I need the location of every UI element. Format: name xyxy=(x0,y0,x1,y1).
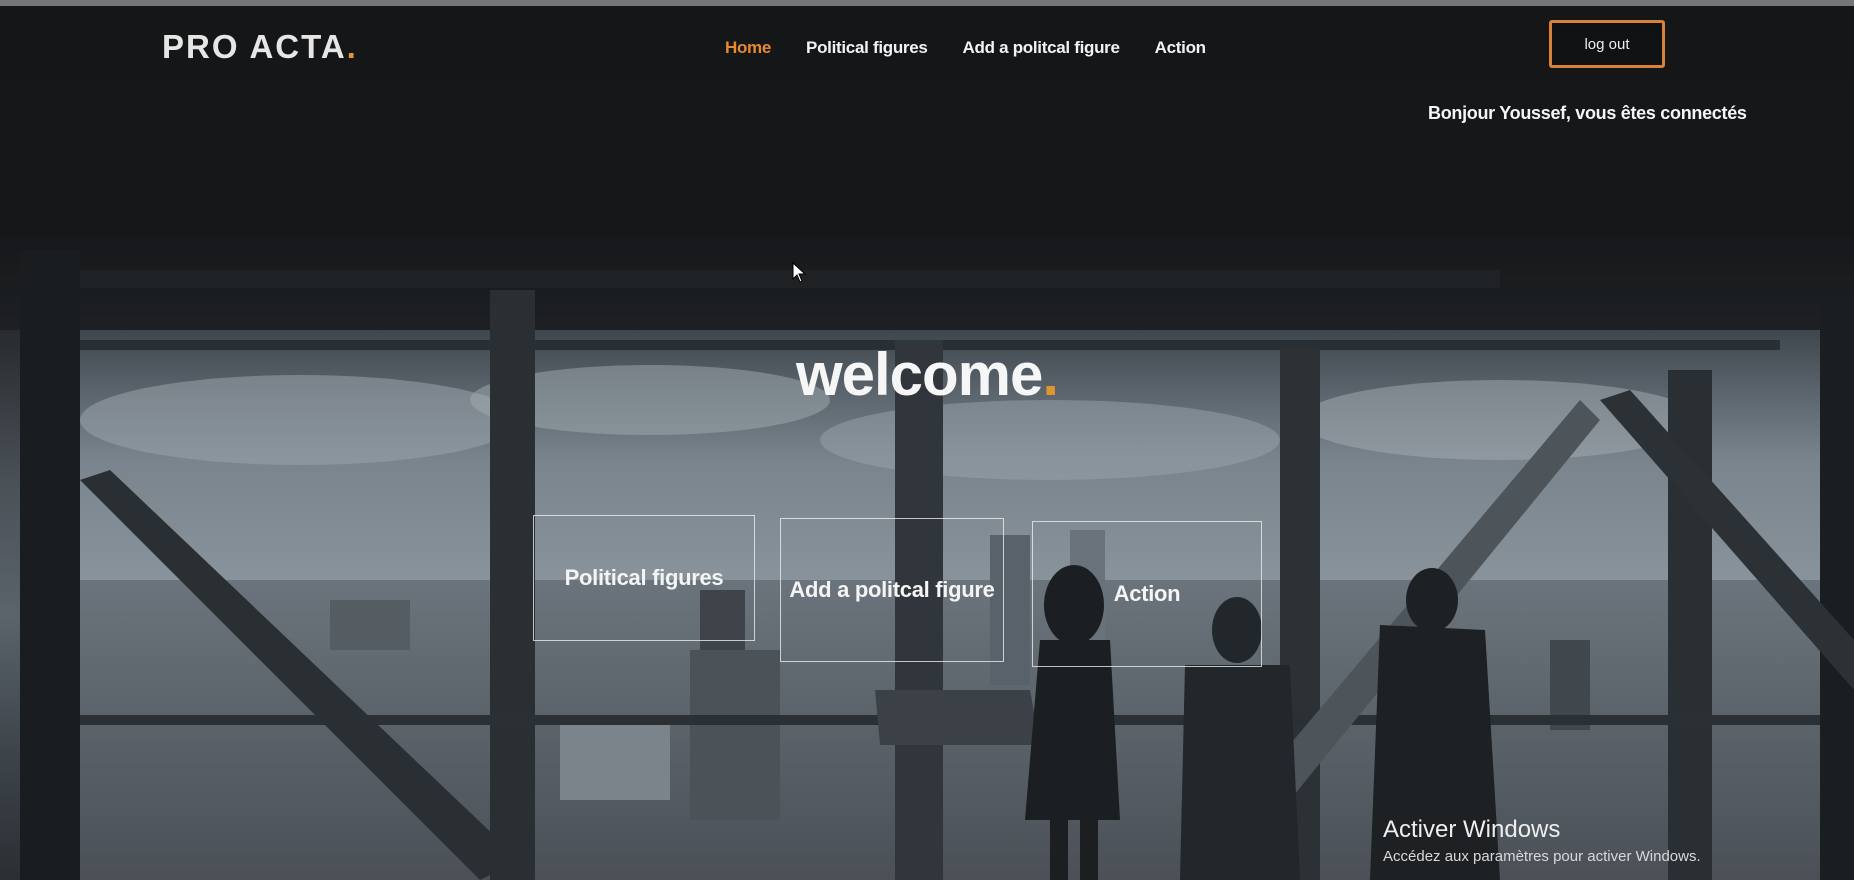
windows-activation-subtitle: Accédez aux paramètres pour activer Wind… xyxy=(1383,848,1701,865)
card-political-figures[interactable]: Political figures xyxy=(533,515,755,641)
page: PRO ACTA. Home Political figures Add a p… xyxy=(0,0,1854,880)
logo-dot: . xyxy=(346,28,358,65)
windows-activation-title: Activer Windows xyxy=(1383,816,1561,843)
welcome-text: welcome xyxy=(795,341,1043,408)
background-city-image xyxy=(0,0,1854,880)
welcome-title: welcome. xyxy=(0,340,1854,409)
logo[interactable]: PRO ACTA. xyxy=(162,28,358,66)
greeting-text: Bonjour Youssef, vous êtes connectés xyxy=(1428,103,1747,123)
logo-text: PRO ACTA xyxy=(162,28,347,65)
nav-home[interactable]: Home xyxy=(725,38,771,58)
card-action[interactable]: Action xyxy=(1032,521,1262,667)
main-nav: Home Political figures Add a politcal fi… xyxy=(725,38,1241,58)
nav-action[interactable]: Action xyxy=(1155,38,1206,58)
nav-political-figures[interactable]: Political figures xyxy=(806,38,928,58)
logout-button[interactable]: log out xyxy=(1549,20,1665,68)
mouse-pointer-icon xyxy=(792,262,807,283)
nav-add-political-figure[interactable]: Add a politcal figure xyxy=(963,38,1120,58)
welcome-dot: . xyxy=(1042,341,1059,408)
card-add-political-figure[interactable]: Add a politcal figure xyxy=(780,518,1004,662)
